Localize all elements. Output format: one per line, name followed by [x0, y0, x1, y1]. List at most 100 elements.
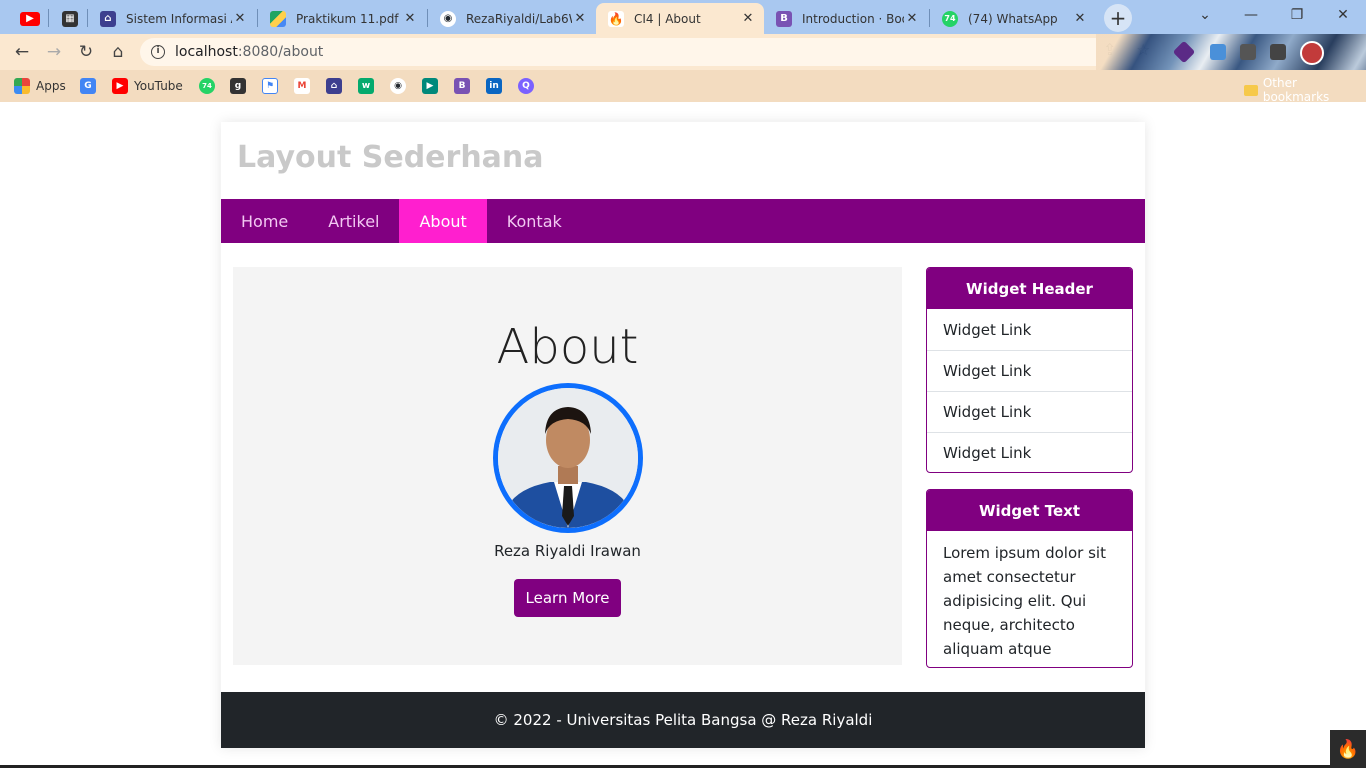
tab-grid-app[interactable]: ▦	[50, 3, 86, 34]
close-icon[interactable]: ✕	[402, 11, 418, 26]
flag-icon: ⚑	[262, 78, 278, 94]
widget-text: Widget Text Lorem ipsum dolor sit amet c…	[926, 489, 1133, 668]
tab-github-repo[interactable]: ◉ RezaRiyaldi/Lab6We ✕	[428, 3, 596, 34]
arrow-right-icon: →	[46, 42, 62, 62]
forward-button[interactable]: →	[42, 40, 66, 64]
google-translate-icon: G	[80, 78, 96, 94]
chevron-down-icon: ⌄	[1199, 7, 1211, 23]
extension-icon[interactable]	[1210, 44, 1226, 60]
bookmark-goodreads[interactable]: g	[230, 76, 252, 96]
google-drive-icon	[270, 10, 286, 27]
site-header: Layout Sederhana	[221, 122, 1145, 199]
tab-bootstrap-intro[interactable]: B Introduction · Boots ✕	[764, 3, 928, 34]
whatsapp-icon: 74	[199, 78, 215, 94]
bookmark-bootstrap[interactable]: B	[454, 76, 476, 96]
tab-ci4-about[interactable]: 🔥 CI4 | About ✕	[596, 3, 764, 34]
bookmark-github[interactable]: ◉	[390, 76, 412, 96]
page-title: About	[496, 319, 639, 375]
tab-sistem-informasi[interactable]: ⌂ Sistem Informasi Ak ✕	[88, 3, 256, 34]
main-nav: Home Artikel About Kontak	[221, 199, 1145, 243]
close-icon[interactable]: ✕	[904, 11, 920, 26]
close-icon[interactable]: ✕	[740, 11, 756, 26]
nav-link-kontak[interactable]: Kontak	[487, 199, 582, 243]
bookmark-linkedin[interactable]: in	[486, 76, 508, 96]
bookmark-whatsapp[interactable]: 74	[199, 76, 221, 96]
gmail-icon: M	[294, 78, 310, 94]
site-container: Layout Sederhana Home Artikel About Kont…	[221, 122, 1145, 748]
university-icon: ⌂	[326, 78, 342, 94]
site-title: Layout Sederhana	[237, 140, 544, 175]
widget-header: Widget Header	[927, 268, 1132, 309]
widget-link[interactable]: Widget Link	[927, 432, 1132, 472]
bookmark-label: YouTube	[134, 79, 183, 93]
bookmark-university[interactable]: ⌂	[326, 76, 348, 96]
google-meet-icon: ▶	[422, 78, 438, 94]
address-bar[interactable]: i localhost:8080/about	[140, 38, 1164, 66]
restore-button[interactable]: ❐	[1274, 0, 1320, 30]
info-icon[interactable]: i	[151, 45, 165, 59]
other-bookmarks-label: Other bookmarks	[1262, 76, 1330, 104]
widget-link[interactable]: Widget Link	[927, 309, 1132, 350]
puzzle-icon[interactable]	[1240, 44, 1256, 60]
bookmark-w3schools[interactable]: w	[358, 76, 380, 96]
tab-title: CI4 | About	[634, 11, 701, 26]
nav-link-artikel[interactable]: Artikel	[308, 199, 399, 243]
widget-link[interactable]: Widget Link	[927, 350, 1132, 391]
bookmark-youtube[interactable]: ▶ YouTube	[112, 76, 183, 96]
search-app-icon: Q	[518, 78, 534, 94]
youtube-icon: ▶	[20, 11, 40, 26]
widget-link[interactable]: Widget Link	[927, 391, 1132, 432]
university-icon: ⌂	[100, 10, 116, 27]
bookmark-apps[interactable]: Apps	[14, 76, 66, 96]
tab-search-button[interactable]: ⌄	[1182, 0, 1228, 30]
tab-title: Sistem Informasi Ak	[126, 11, 232, 26]
minimize-icon: —	[1244, 7, 1258, 23]
bootstrap-icon: B	[454, 78, 470, 94]
about-section: About Reza Riyaldi Irawan Learn More	[233, 267, 902, 665]
close-icon[interactable]: ✕	[572, 11, 588, 26]
home-button[interactable]: ⌂	[106, 40, 130, 64]
url-path: :8080/about	[237, 44, 324, 60]
codeigniter-debug-toolbar-button[interactable]: 🔥	[1330, 730, 1366, 768]
codeigniter-icon: 🔥	[1336, 738, 1360, 760]
bookmark-meet[interactable]: ▶	[422, 76, 444, 96]
bookmark-search-app[interactable]: Q	[518, 76, 540, 96]
learn-more-button[interactable]: Learn More	[514, 579, 621, 617]
bookmarks-bar: Apps G ▶ YouTube 74 g ⚑ M ⌂ w ◉ ▶ B in Q	[0, 70, 1366, 102]
nav-link-home[interactable]: Home	[221, 199, 308, 243]
nav-link-about[interactable]: About	[399, 199, 487, 243]
other-bookmarks[interactable]: Other bookmarks	[1244, 76, 1366, 104]
sidepanel-icon[interactable]	[1270, 44, 1286, 60]
bookmark-flag[interactable]: ⚑	[262, 76, 284, 96]
tab-title: (74) WhatsApp	[968, 11, 1058, 26]
browser-tab-strip: ▶ ▦ ⌂ Sistem Informasi Ak ✕ Praktikum 11…	[0, 0, 1366, 34]
url-host: localhost	[175, 44, 238, 60]
w3schools-icon: w	[358, 78, 374, 94]
close-icon[interactable]: ✕	[1072, 11, 1088, 26]
github-icon: ◉	[440, 10, 456, 27]
bookmark-translate[interactable]: G	[80, 76, 102, 96]
youtube-icon: ▶	[112, 78, 128, 94]
goodreads-icon: g	[230, 78, 246, 94]
arrow-left-icon: ←	[14, 42, 30, 62]
bootstrap-icon: B	[776, 10, 792, 27]
tab-title: Introduction · Boots	[802, 11, 904, 26]
reload-icon: ↻	[78, 42, 94, 62]
avatar[interactable]	[1300, 41, 1324, 65]
footer-text: © 2022 - Universitas Pelita Bangsa @ Rez…	[493, 711, 873, 729]
tab-whatsapp[interactable]: 74 (74) WhatsApp ✕	[930, 3, 1096, 34]
close-icon[interactable]: ✕	[232, 11, 248, 26]
tab-separator	[48, 9, 49, 27]
codeigniter-icon: 🔥	[608, 10, 624, 27]
plus-icon: +	[1109, 6, 1127, 30]
tab-youtube[interactable]: ▶	[8, 3, 46, 34]
close-window-button[interactable]: ✕	[1320, 0, 1366, 30]
profile-photo	[493, 383, 643, 533]
back-button[interactable]: ←	[10, 40, 34, 64]
reload-button[interactable]: ↻	[74, 40, 98, 64]
bookmark-label: Apps	[36, 79, 66, 93]
tab-praktikum-pdf[interactable]: Praktikum 11.pdf - G ✕	[258, 3, 426, 34]
new-tab-button[interactable]: +	[1104, 4, 1132, 32]
bookmark-gmail[interactable]: M	[294, 76, 316, 96]
minimize-button[interactable]: —	[1228, 0, 1274, 30]
